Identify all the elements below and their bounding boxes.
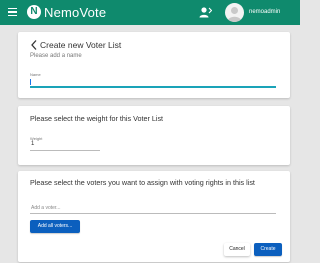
username[interactable]: nemoadmin [249,8,280,17]
logo-icon: N [27,5,41,19]
create-voter-list-card: Create new Voter List Please add a name … [18,32,290,98]
app-bar: N NemoVote nemoadmin [0,0,300,25]
menu-icon[interactable] [8,8,17,17]
brand-name: NemoVote [44,5,107,20]
cancel-button[interactable]: Cancel [224,243,250,256]
text-caret [30,79,31,85]
voters-card: Please select the voters you want to ass… [18,171,290,262]
back-arrow-icon[interactable] [30,39,38,51]
name-field-underline[interactable] [30,86,276,88]
page-title: Create new Voter List [40,40,122,50]
weight-field-underline[interactable] [30,150,100,151]
add-user-icon[interactable] [198,6,212,19]
voters-card-title: Please select the voters you want to ass… [30,178,255,187]
add-voter-underline[interactable] [30,213,276,214]
weight-card: Please select the weight for this Voter … [18,106,290,165]
add-all-voters-button[interactable]: Add all voters... [30,220,80,233]
weight-input[interactable]: 1 [31,141,34,147]
add-voter-input[interactable]: Add a voter... [31,205,60,211]
create-button[interactable]: Create [254,243,282,256]
subtitle: Please add a name [30,53,82,59]
avatar[interactable] [225,3,244,22]
name-label: Name [30,72,41,77]
weight-card-title: Please select the weight for this Voter … [30,114,164,123]
